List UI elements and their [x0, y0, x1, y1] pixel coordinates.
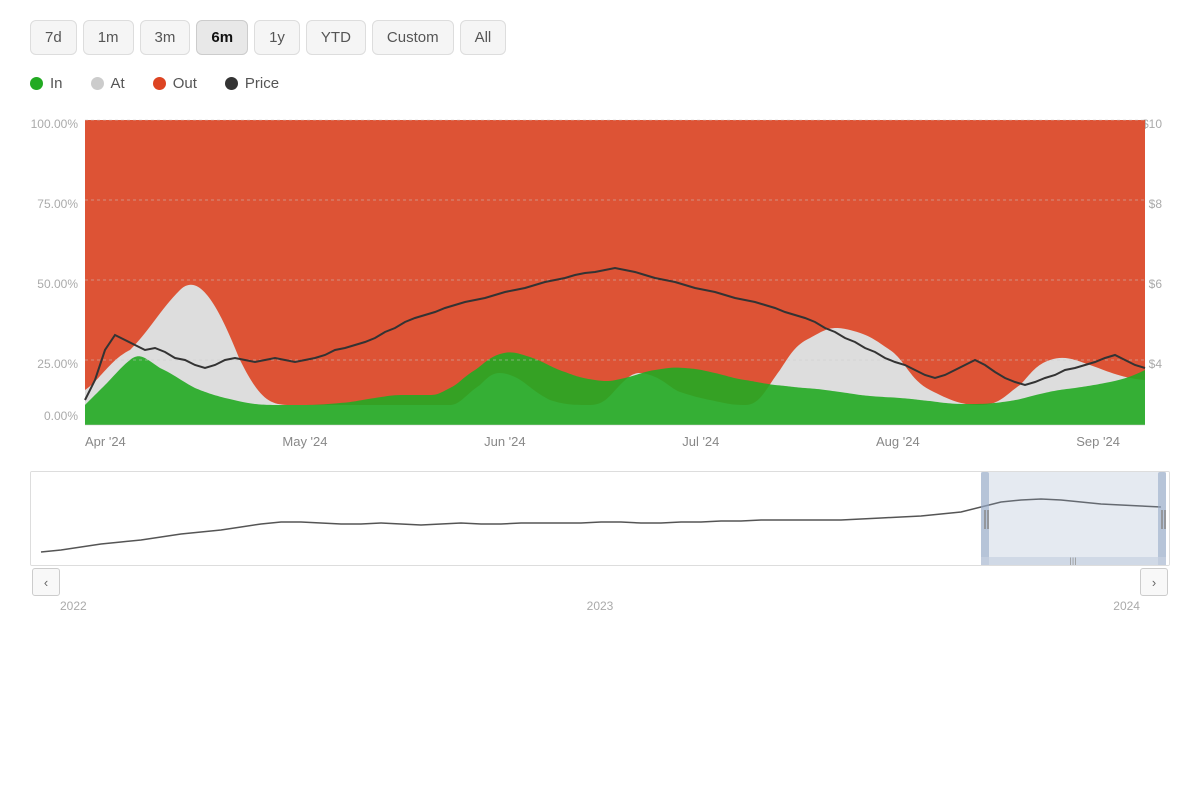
x-label-jul: Jul '24 [682, 434, 719, 449]
x-label-apr: Apr '24 [85, 434, 126, 449]
svg-text:75.00%: 75.00% [37, 197, 78, 211]
chart-legend: In At Out Price [30, 75, 1170, 92]
svg-text:25.00%: 25.00% [37, 357, 78, 371]
main-chart-wrapper: 100.00% 75.00% 50.00% 25.00% 0.00% $10 $… [30, 110, 1170, 613]
legend-in[interactable]: In [30, 75, 63, 92]
nav-prev-button[interactable]: ‹ [32, 568, 60, 596]
svg-text:|||: ||| [1069, 557, 1077, 566]
legend-price[interactable]: Price [225, 75, 279, 92]
svg-text:100.00%: 100.00% [31, 117, 79, 131]
btn-ytd[interactable]: YTD [306, 20, 366, 55]
x-axis-labels: Apr '24 May '24 Jun '24 Jul '24 Aug '24 … [30, 430, 1170, 453]
legend-dot-price [225, 77, 238, 90]
x-label-sep: Sep '24 [1076, 434, 1120, 449]
mini-label-2023: 2023 [587, 599, 614, 613]
time-range-selector: 7d 1m 3m 6m 1y YTD Custom All [30, 20, 1170, 55]
btn-custom[interactable]: Custom [372, 20, 454, 55]
svg-text:$10: $10 [1142, 117, 1162, 131]
svg-text:$4: $4 [1149, 357, 1163, 371]
svg-text:50.00%: 50.00% [37, 277, 78, 291]
legend-label-at: At [111, 75, 125, 92]
mini-chart-svg: ||| [31, 472, 1170, 566]
legend-label-out: Out [173, 75, 197, 92]
legend-dot-in [30, 77, 43, 90]
btn-3m[interactable]: 3m [140, 20, 191, 55]
legend-out[interactable]: Out [153, 75, 197, 92]
svg-text:0.00%: 0.00% [44, 409, 78, 423]
legend-label-in: In [50, 75, 63, 92]
x-label-jun: Jun '24 [484, 434, 526, 449]
btn-1y[interactable]: 1y [254, 20, 300, 55]
main-chart[interactable]: 100.00% 75.00% 50.00% 25.00% 0.00% $10 $… [30, 110, 1170, 430]
nav-next-button[interactable]: › [1140, 568, 1168, 596]
btn-1m[interactable]: 1m [83, 20, 134, 55]
x-label-aug: Aug '24 [876, 434, 920, 449]
legend-dot-at [91, 77, 104, 90]
legend-dot-out [153, 77, 166, 90]
svg-text:$6: $6 [1149, 277, 1163, 291]
btn-all[interactable]: All [460, 20, 507, 55]
nav-controls: ‹ › [30, 568, 1170, 596]
btn-6m[interactable]: 6m [196, 20, 248, 55]
legend-label-price: Price [245, 75, 279, 92]
x-label-may: May '24 [282, 434, 327, 449]
mini-label-2024: 2024 [1113, 599, 1140, 613]
chart-svg: 100.00% 75.00% 50.00% 25.00% 0.00% $10 $… [30, 110, 1170, 430]
mini-label-2022: 2022 [60, 599, 87, 613]
mini-chart-labels: 2022 2023 2024 [30, 599, 1170, 613]
legend-at[interactable]: At [91, 75, 125, 92]
mini-chart[interactable]: ||| [30, 471, 1170, 566]
btn-7d[interactable]: 7d [30, 20, 77, 55]
svg-text:$8: $8 [1149, 197, 1163, 211]
